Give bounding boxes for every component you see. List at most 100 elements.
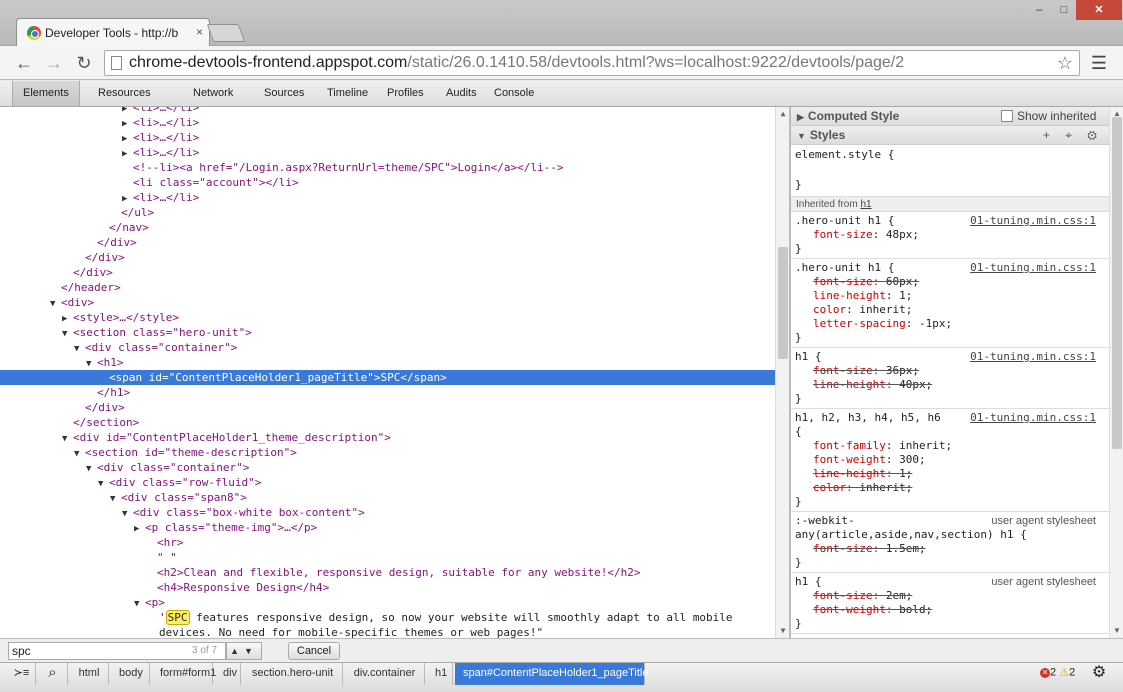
settings-gear-icon[interactable]: ⚙ bbox=[1088, 663, 1110, 685]
breadcrumb-item[interactable]: div.container bbox=[345, 663, 425, 685]
css-property[interactable]: font-family: inherit; bbox=[795, 439, 1105, 453]
scrollbar-thumb[interactable] bbox=[778, 247, 788, 359]
css-property[interactable]: font-size: 36px; bbox=[795, 364, 1105, 378]
css-rule[interactable]: 01-tuning.min.css:1 .hero-unit h1 {font-s… bbox=[791, 259, 1109, 348]
styles-scrollbar[interactable]: ▲ ▼ bbox=[1109, 107, 1123, 638]
forward-arrow-icon[interactable]: → bbox=[42, 51, 66, 75]
bookmark-star-icon[interactable]: ☆ bbox=[1057, 51, 1073, 75]
scroll-down-icon[interactable]: ▼ bbox=[1110, 624, 1123, 638]
dom-node[interactable]: " " bbox=[0, 550, 775, 565]
dom-node[interactable]: </h1> bbox=[0, 385, 775, 400]
breadcrumb-item[interactable]: body bbox=[111, 663, 150, 685]
tab-sources[interactable]: Sources bbox=[254, 81, 314, 106]
css-property[interactable]: color: inherit; bbox=[795, 481, 1105, 495]
css-rule[interactable]: user agent stylesheet:-webkit-any(articl… bbox=[791, 512, 1109, 573]
rule-source-link[interactable]: 01-tuning.min.css:1 bbox=[970, 350, 1096, 364]
dom-node[interactable]: ▶ <li>…</li> bbox=[0, 107, 775, 115]
css-rule[interactable]: 01-tuning.min.css:1 h1, h2, h3, h4, h5, h… bbox=[791, 409, 1109, 512]
back-arrow-icon[interactable]: ← bbox=[12, 51, 36, 75]
dom-node[interactable]: </nav> bbox=[0, 220, 775, 235]
css-property[interactable]: font-weight: bold; bbox=[795, 603, 1105, 617]
dom-node[interactable]: </div> bbox=[0, 400, 775, 415]
dom-node[interactable]: ▼ <div id="ContentPlaceHolder1_theme_desc… bbox=[0, 430, 775, 445]
css-property[interactable]: font-size: 2em; bbox=[795, 589, 1105, 603]
css-property[interactable]: line-height: 40px; bbox=[795, 378, 1105, 392]
css-property[interactable]: letter-spacing: -1px; bbox=[795, 317, 1105, 331]
inherited-from-link[interactable]: h1 bbox=[860, 199, 871, 210]
rule-source-link[interactable]: 01-tuning.min.css:1 bbox=[970, 261, 1096, 275]
reload-icon[interactable]: ↻ bbox=[72, 51, 96, 75]
css-property[interactable]: font-size: 48px; bbox=[795, 228, 1105, 242]
chrome-menu-icon[interactable]: ☰ bbox=[1088, 52, 1110, 74]
css-property[interactable]: font-size: 60px; bbox=[795, 275, 1105, 289]
tab-audits[interactable]: Audits bbox=[436, 81, 487, 106]
dom-node[interactable]: ▶ <li>…</li> bbox=[0, 145, 775, 160]
element-style-rule[interactable]: element.style { } bbox=[791, 146, 1109, 197]
dom-node[interactable]: <!--li><a href="/Login.aspx?ReturnUrl=th… bbox=[0, 160, 775, 175]
rule-source-link[interactable]: 01-tuning.min.css:1 bbox=[970, 214, 1096, 228]
dom-node[interactable]: </section> bbox=[0, 415, 775, 430]
elements-scrollbar[interactable]: ▲ ▼ bbox=[775, 107, 789, 638]
maximize-button[interactable]: □ bbox=[1052, 0, 1076, 20]
dom-node[interactable]: </header> bbox=[0, 280, 775, 295]
css-property[interactable]: color: inherit; bbox=[795, 303, 1105, 317]
css-property[interactable]: line-height: 1; bbox=[795, 467, 1105, 481]
dom-node[interactable]: ▼ <div class="box-white box-content"> bbox=[0, 505, 775, 520]
breadcrumb-item[interactable]: section.hero-unit bbox=[243, 663, 343, 685]
dom-node[interactable]: </ul> bbox=[0, 205, 775, 220]
scroll-down-icon[interactable]: ▼ bbox=[776, 624, 789, 638]
dom-node[interactable]: ▼ <p> bbox=[0, 595, 775, 610]
dom-node[interactable]: <hr> bbox=[0, 535, 775, 550]
rule-source-link[interactable]: 01-tuning.min.css:1 bbox=[970, 411, 1096, 425]
dom-node[interactable]: ▼ <h1> bbox=[0, 355, 775, 370]
tab-console[interactable]: Console bbox=[484, 81, 544, 106]
dom-text-node[interactable]: ' SPC features responsive design, so now … bbox=[0, 610, 775, 625]
tab-close-icon[interactable]: × bbox=[196, 25, 203, 39]
tab-profiles[interactable]: Profiles bbox=[377, 81, 434, 106]
styles-toolbar-icons[interactable]: + ⌖ ⚙ bbox=[1043, 126, 1103, 145]
dom-node[interactable]: ▼ <div class="container"> bbox=[0, 340, 775, 355]
close-window-button[interactable]: ✕ bbox=[1076, 0, 1122, 20]
dom-node[interactable]: </div> bbox=[0, 235, 775, 250]
dom-node[interactable]: ▶ <li>…</li> bbox=[0, 115, 775, 130]
breadcrumb-item[interactable]: h1 bbox=[427, 663, 453, 685]
breadcrumb-item[interactable]: span#ContentPlaceHolder1_pageTitle bbox=[455, 663, 649, 685]
error-warning-counts[interactable]: ✕ 2 ⚠2 bbox=[1040, 666, 1075, 679]
dom-node[interactable]: ▶ <p class="theme-img">…</p> bbox=[0, 520, 775, 535]
dom-node[interactable]: ▼ <div class="container"> bbox=[0, 460, 775, 475]
css-property[interactable]: line-height: 1; bbox=[795, 289, 1105, 303]
inspect-search-icon[interactable]: ⌕ bbox=[38, 663, 68, 685]
dom-node[interactable]: ▶ <li>…</li> bbox=[0, 190, 775, 205]
breadcrumb-item[interactable]: form#form1 bbox=[152, 663, 216, 685]
dom-node[interactable]: <h2>Clean and flexible, responsive desig… bbox=[0, 565, 775, 580]
css-property[interactable]: font-weight: 300; bbox=[795, 453, 1105, 467]
scroll-up-icon[interactable]: ▲ bbox=[776, 107, 789, 121]
tab-elements[interactable]: Elements bbox=[12, 81, 80, 106]
new-tab-button[interactable] bbox=[206, 24, 246, 42]
breadcrumb-item[interactable]: div bbox=[215, 663, 241, 685]
css-rule[interactable]: 01-tuning.min.css:1 .hero-unit h1 {font-s… bbox=[791, 212, 1109, 259]
console-drawer-icon[interactable]: ≻≡ bbox=[8, 663, 36, 685]
css-rule[interactable]: 01-tuning.min.css:1 h1 {font-size: 36px; l… bbox=[791, 348, 1109, 409]
dom-node[interactable]: ▶ <li>…</li> bbox=[0, 130, 775, 145]
minimize-button[interactable]: – bbox=[1026, 0, 1052, 20]
computed-style-header[interactable]: ▶ Computed Style Show inherited bbox=[791, 107, 1109, 126]
dom-node[interactable]: </div> bbox=[0, 250, 775, 265]
scrollbar-thumb[interactable] bbox=[1112, 117, 1122, 449]
search-cancel-button[interactable]: Cancel bbox=[288, 642, 340, 660]
css-property[interactable]: font-size: 1.5em; bbox=[795, 542, 1105, 556]
show-inherited-checkbox[interactable] bbox=[1001, 110, 1013, 122]
dom-node[interactable]: ▼ <section class="hero-unit"> bbox=[0, 325, 775, 340]
search-prev-next-buttons[interactable]: ▲▼ bbox=[226, 642, 262, 660]
selected-dom-node[interactable]: <span id="ContentPlaceHolder1_pageTitle"… bbox=[0, 370, 775, 385]
dom-node[interactable]: <h4>Responsive Design</h4> bbox=[0, 580, 775, 595]
tab-resources[interactable]: Resources bbox=[88, 81, 161, 106]
tab-timeline[interactable]: Timeline bbox=[317, 81, 378, 106]
dom-text-node-cont[interactable]: devices. No need for mobile-specific the… bbox=[0, 625, 775, 638]
styles-header[interactable]: ▼ Styles + ⌖ ⚙ bbox=[791, 126, 1109, 145]
address-bar[interactable]: chrome-devtools-frontend.appspot.com/sta… bbox=[104, 50, 1080, 76]
dom-node[interactable]: </div> bbox=[0, 265, 775, 280]
dom-node[interactable]: ▼ <div> bbox=[0, 295, 775, 310]
dom-node[interactable]: ▶ <style>…</style> bbox=[0, 310, 775, 325]
dom-node[interactable]: ▼ <div class="row-fluid"> bbox=[0, 475, 775, 490]
